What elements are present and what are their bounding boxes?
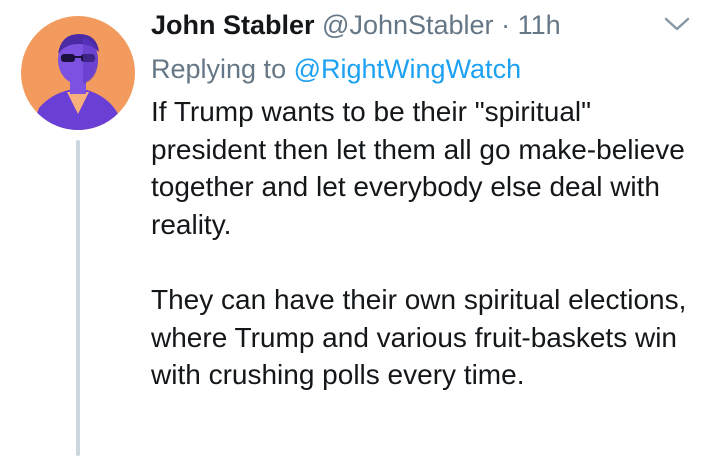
avatar[interactable] — [21, 16, 135, 130]
tweet-header: John Stabler @JohnStabler · 11h — [151, 8, 561, 42]
tweet-paragraph: They can have their own spiritual electi… — [151, 283, 687, 391]
display-name[interactable]: John Stabler — [151, 10, 315, 40]
replying-to: Replying to @RightWingWatch — [151, 52, 521, 86]
chevron-down-icon[interactable] — [662, 13, 692, 35]
replying-to-label: Replying to — [151, 54, 287, 84]
thread-line — [76, 140, 80, 456]
tweet-reply[interactable]: John Stabler @JohnStabler · 11h Replying… — [0, 0, 720, 456]
separator-dot: · — [501, 10, 511, 40]
user-handle[interactable]: @JohnStabler — [322, 10, 494, 40]
tweet-paragraph: If Trump wants to be their "spiritual" p… — [151, 96, 685, 240]
timestamp[interactable]: 11h — [518, 10, 561, 40]
tweet-text: If Trump wants to be their "spiritual" p… — [151, 93, 711, 394]
avatar-image — [21, 16, 135, 130]
reply-mention-link[interactable]: @RightWingWatch — [294, 54, 521, 84]
